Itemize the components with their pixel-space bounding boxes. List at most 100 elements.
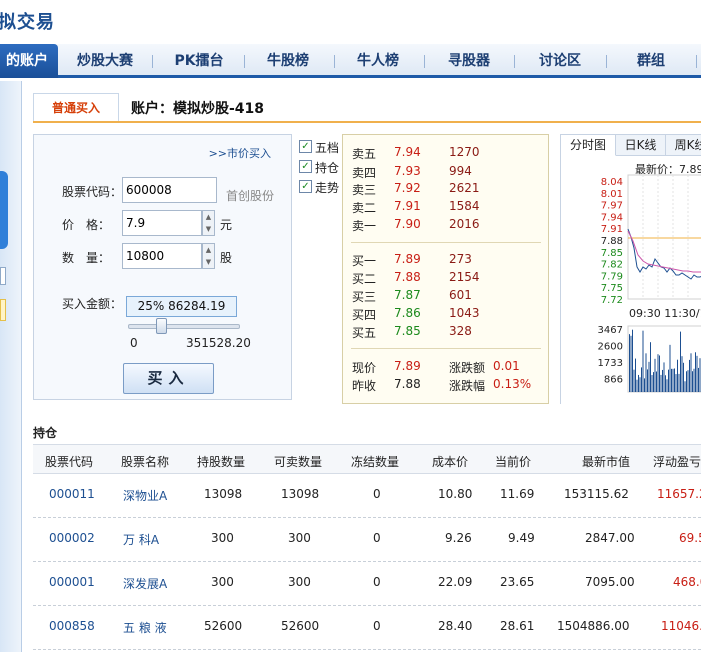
cell-value: 7095.00 <box>585 575 635 589</box>
sidebar-active-marker[interactable] <box>0 171 8 249</box>
stepper-down-icon[interactable]: ▼ <box>203 256 214 268</box>
ask-row: 卖三 7.92 2621 <box>352 181 480 197</box>
tab-normal-buy[interactable]: 普通买入 <box>33 93 119 122</box>
volume-bar <box>651 375 653 392</box>
amount-slider-track[interactable] <box>128 324 240 329</box>
volume-bar <box>662 369 663 392</box>
price-input[interactable]: 7.9 <box>122 210 202 236</box>
col-header: 浮动盈亏 <box>653 455 701 469</box>
cell-cost: 28.40 <box>438 619 473 633</box>
tab-weekly-k[interactable]: 周K线 <box>666 135 701 156</box>
tab-top-traders[interactable]: 牛人榜 <box>336 44 420 78</box>
tab-stock-finder[interactable]: 寻股器 <box>426 44 512 78</box>
quantity-stepper[interactable]: ▲ ▼ <box>202 243 215 269</box>
sidebar-box-highlight[interactable] <box>0 299 6 321</box>
nav-separator <box>606 55 607 68</box>
amount-slider-handle[interactable] <box>156 318 167 334</box>
table-row[interactable]: 000001 深发展A 300 300 0 22.09 23.65 7095.0… <box>33 562 701 606</box>
stepper-down-icon[interactable]: ▼ <box>203 223 214 235</box>
volume-bar <box>665 375 666 392</box>
bid-row: 买五 7.85 328 <box>352 324 472 340</box>
bid-row: 买三 7.87 601 <box>352 288 472 304</box>
volume-bar <box>656 371 657 392</box>
price-tick-label: 7.88 <box>601 236 623 247</box>
price-tick-label: 7.72 <box>601 295 623 306</box>
volume-bar <box>642 330 644 392</box>
checkbox-checked-icon[interactable]: ✓ <box>299 140 312 153</box>
nav-separator <box>424 55 425 68</box>
bid-row: 买一 7.89 273 <box>352 252 472 268</box>
cell-code[interactable]: 000001 <box>49 575 95 589</box>
cell-name[interactable]: 深物业A <box>123 487 167 504</box>
volume-bar <box>696 355 698 392</box>
tab-intraday[interactable]: 分时图 <box>561 135 616 156</box>
divider <box>351 242 541 243</box>
quantity-input[interactable]: 10800 <box>122 243 202 269</box>
cell-qty: 13098 <box>204 487 243 501</box>
account-label: 账户：模拟炒股-418 <box>131 101 265 117</box>
stepper-up-icon[interactable]: ▲ <box>203 211 214 223</box>
col-header: 股票代码 <box>45 455 94 469</box>
ask-row: 卖四 7.93 994 <box>352 164 472 180</box>
volume-bar <box>645 353 647 392</box>
slider-max-value: 351528.20 <box>186 336 251 350</box>
volume-tick-label: 866 <box>604 375 623 386</box>
stock-code-input[interactable]: 600008 <box>122 177 217 203</box>
volume-bar <box>629 334 630 392</box>
volume-bar <box>650 342 651 392</box>
tab-daily-k[interactable]: 日K线 <box>616 135 666 156</box>
order-book-panel: 卖五 7.94 1270 卖四 7.93 994 卖三 7.92 2621 卖二 7.91 15… <box>342 134 549 404</box>
price-stepper[interactable]: ▲ ▼ <box>202 210 215 236</box>
table-row[interactable]: 000002 万 科A 300 300 0 9.26 9.49 2847.00 … <box>33 518 701 562</box>
cell-available: 300 <box>288 575 311 589</box>
cell-name[interactable]: 深发展A <box>123 575 167 592</box>
price-unit: 元 <box>220 218 233 232</box>
tab-forum[interactable]: 讨论区 <box>516 44 604 78</box>
volume-bar <box>690 353 692 392</box>
cell-name[interactable]: 万 科A <box>123 531 159 548</box>
nav-separator <box>514 55 515 68</box>
cell-frozen: 0 <box>373 575 381 589</box>
volume-bar <box>672 368 674 392</box>
volume-bar <box>653 372 654 392</box>
checkbox-checked-icon[interactable]: ✓ <box>299 180 312 193</box>
sidebar-box[interactable] <box>0 267 6 285</box>
cell-price: 9.49 <box>508 531 535 545</box>
volume-bar <box>699 358 701 392</box>
cell-name[interactable]: 五 粮 液 <box>123 619 167 636</box>
bid-row: 买四 7.86 1043 <box>352 306 480 322</box>
cell-available: 13098 <box>281 487 320 501</box>
cell-code[interactable]: 000011 <box>49 487 95 501</box>
tab-pk-arena[interactable]: PK擂台 <box>156 44 242 78</box>
cell-price: 11.69 <box>500 487 535 501</box>
tab-groups[interactable]: 群组 <box>608 44 694 78</box>
cell-cost: 10.80 <box>438 487 473 501</box>
tab-top-stocks[interactable]: 牛股榜 <box>246 44 330 78</box>
cell-code[interactable]: 000858 <box>49 619 95 633</box>
price-tick-label: 8.01 <box>601 189 623 200</box>
price-tick-label: 8.04 <box>601 177 623 188</box>
volume-bar <box>654 358 656 392</box>
col-header: 成本价 <box>432 455 469 469</box>
cell-code[interactable]: 000002 <box>49 531 95 545</box>
buy-button[interactable]: 买入 <box>123 363 214 394</box>
checkbox-checked-icon[interactable]: ✓ <box>299 160 312 173</box>
stepper-up-icon[interactable]: ▲ <box>203 244 214 256</box>
volume-bar <box>633 369 635 392</box>
tab-my-account[interactable]: 的账户 <box>0 44 58 78</box>
divider <box>351 348 541 349</box>
tab-contest[interactable]: 炒股大赛 <box>62 44 148 78</box>
volume-bar <box>689 359 690 392</box>
ask-row: 卖一 7.90 2016 <box>352 217 480 233</box>
volume-bar <box>687 370 689 392</box>
subtab-underline <box>33 121 701 123</box>
volume-bar <box>692 371 693 392</box>
change-value: 0.01 <box>493 359 520 373</box>
cell-frozen: 0 <box>373 487 381 501</box>
table-row[interactable]: 000011 深物业A 13098 13098 0 10.80 11.69 15… <box>33 474 701 518</box>
market-buy-link[interactable]: >>市价买入 <box>209 145 271 161</box>
volume-bar <box>632 329 633 392</box>
prev-close-label: 昨收 <box>352 379 377 393</box>
table-row[interactable]: 000858 五 粮 液 52600 52600 0 28.40 28.61 1… <box>33 606 701 650</box>
volume-bar <box>675 374 677 392</box>
